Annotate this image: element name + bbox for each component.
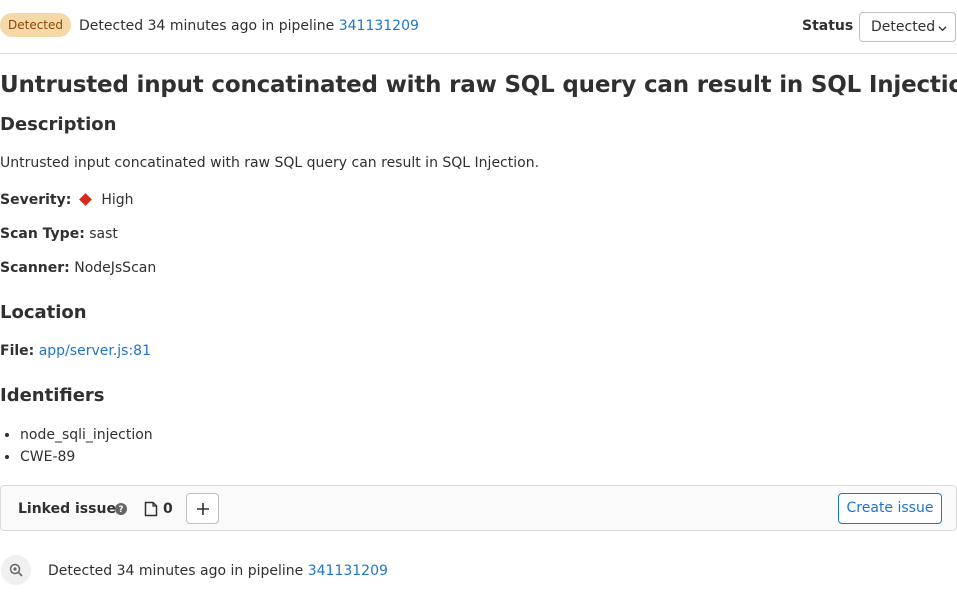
file-row: File: app/server.js:81 [0,341,151,361]
scanner-row: Scanner: NodeJsScan [0,258,156,278]
vulnerability-page: Detected Detected 34 minutes ago in pipe… [0,0,957,601]
description-heading: Description [0,114,117,135]
status-label: Status [802,18,854,34]
history-entry-icon [1,555,31,585]
issues-icon [144,501,158,517]
severity-label: Severity: [0,192,72,208]
status-dropdown[interactable]: Detected [859,12,956,42]
scan-type-label: Scan Type: [0,226,85,242]
page-title: Untrusted input concatinated with raw SQ… [0,72,957,98]
identifier-item: CWE-89 [20,446,153,468]
create-issue-button[interactable]: Create issue [838,493,942,524]
status-badge: Detected [0,13,72,37]
plus-icon [197,503,209,515]
scan-type-value: sast [89,226,118,242]
detected-info: Detected 34 minutes ago in pipeline 3411… [79,16,419,36]
pipeline-link[interactable]: 341131209 [339,18,419,34]
search-dot-icon [9,563,23,577]
file-label: File: [0,343,35,359]
history-pipeline-link[interactable]: 341131209 [308,563,388,579]
severity-value: High [101,192,134,208]
scan-type-row: Scan Type: sast [0,224,118,244]
severity-high-icon [79,193,93,206]
identifiers-heading: Identifiers [0,385,105,406]
description-text: Untrusted input concatinated with raw SQ… [0,155,540,171]
history-entry: Detected 34 minutes ago in pipeline 3411… [48,561,388,581]
identifier-item: node_sqli_injection [20,424,153,446]
location-heading: Location [0,302,87,323]
identifiers-list: node_sqli_injection CWE-89 [0,424,153,468]
severity-row: Severity: High [0,190,134,210]
question-circle-icon[interactable]: ? [115,503,127,515]
scanner-value: NodeJsScan [74,260,157,276]
linked-issues-card: Linked issues ? 0 Create issue [0,485,957,531]
status-dropdown-value: Detected [871,19,936,35]
scanner-label: Scanner: [0,260,70,276]
file-link[interactable]: app/server.js:81 [39,343,151,359]
linked-issues-count: 0 [163,501,173,517]
chevron-down-icon [938,26,947,32]
linked-issues-title: Linked issues [18,501,125,517]
add-linked-issue-button[interactable] [186,493,219,524]
vulnerability-header: Detected Detected 34 minutes ago in pipe… [0,0,957,54]
history-entry-text: Detected 34 minutes ago in pipeline [48,563,308,579]
detected-info-text: Detected 34 minutes ago in pipeline [79,18,339,34]
svg-text:?: ? [119,505,124,515]
